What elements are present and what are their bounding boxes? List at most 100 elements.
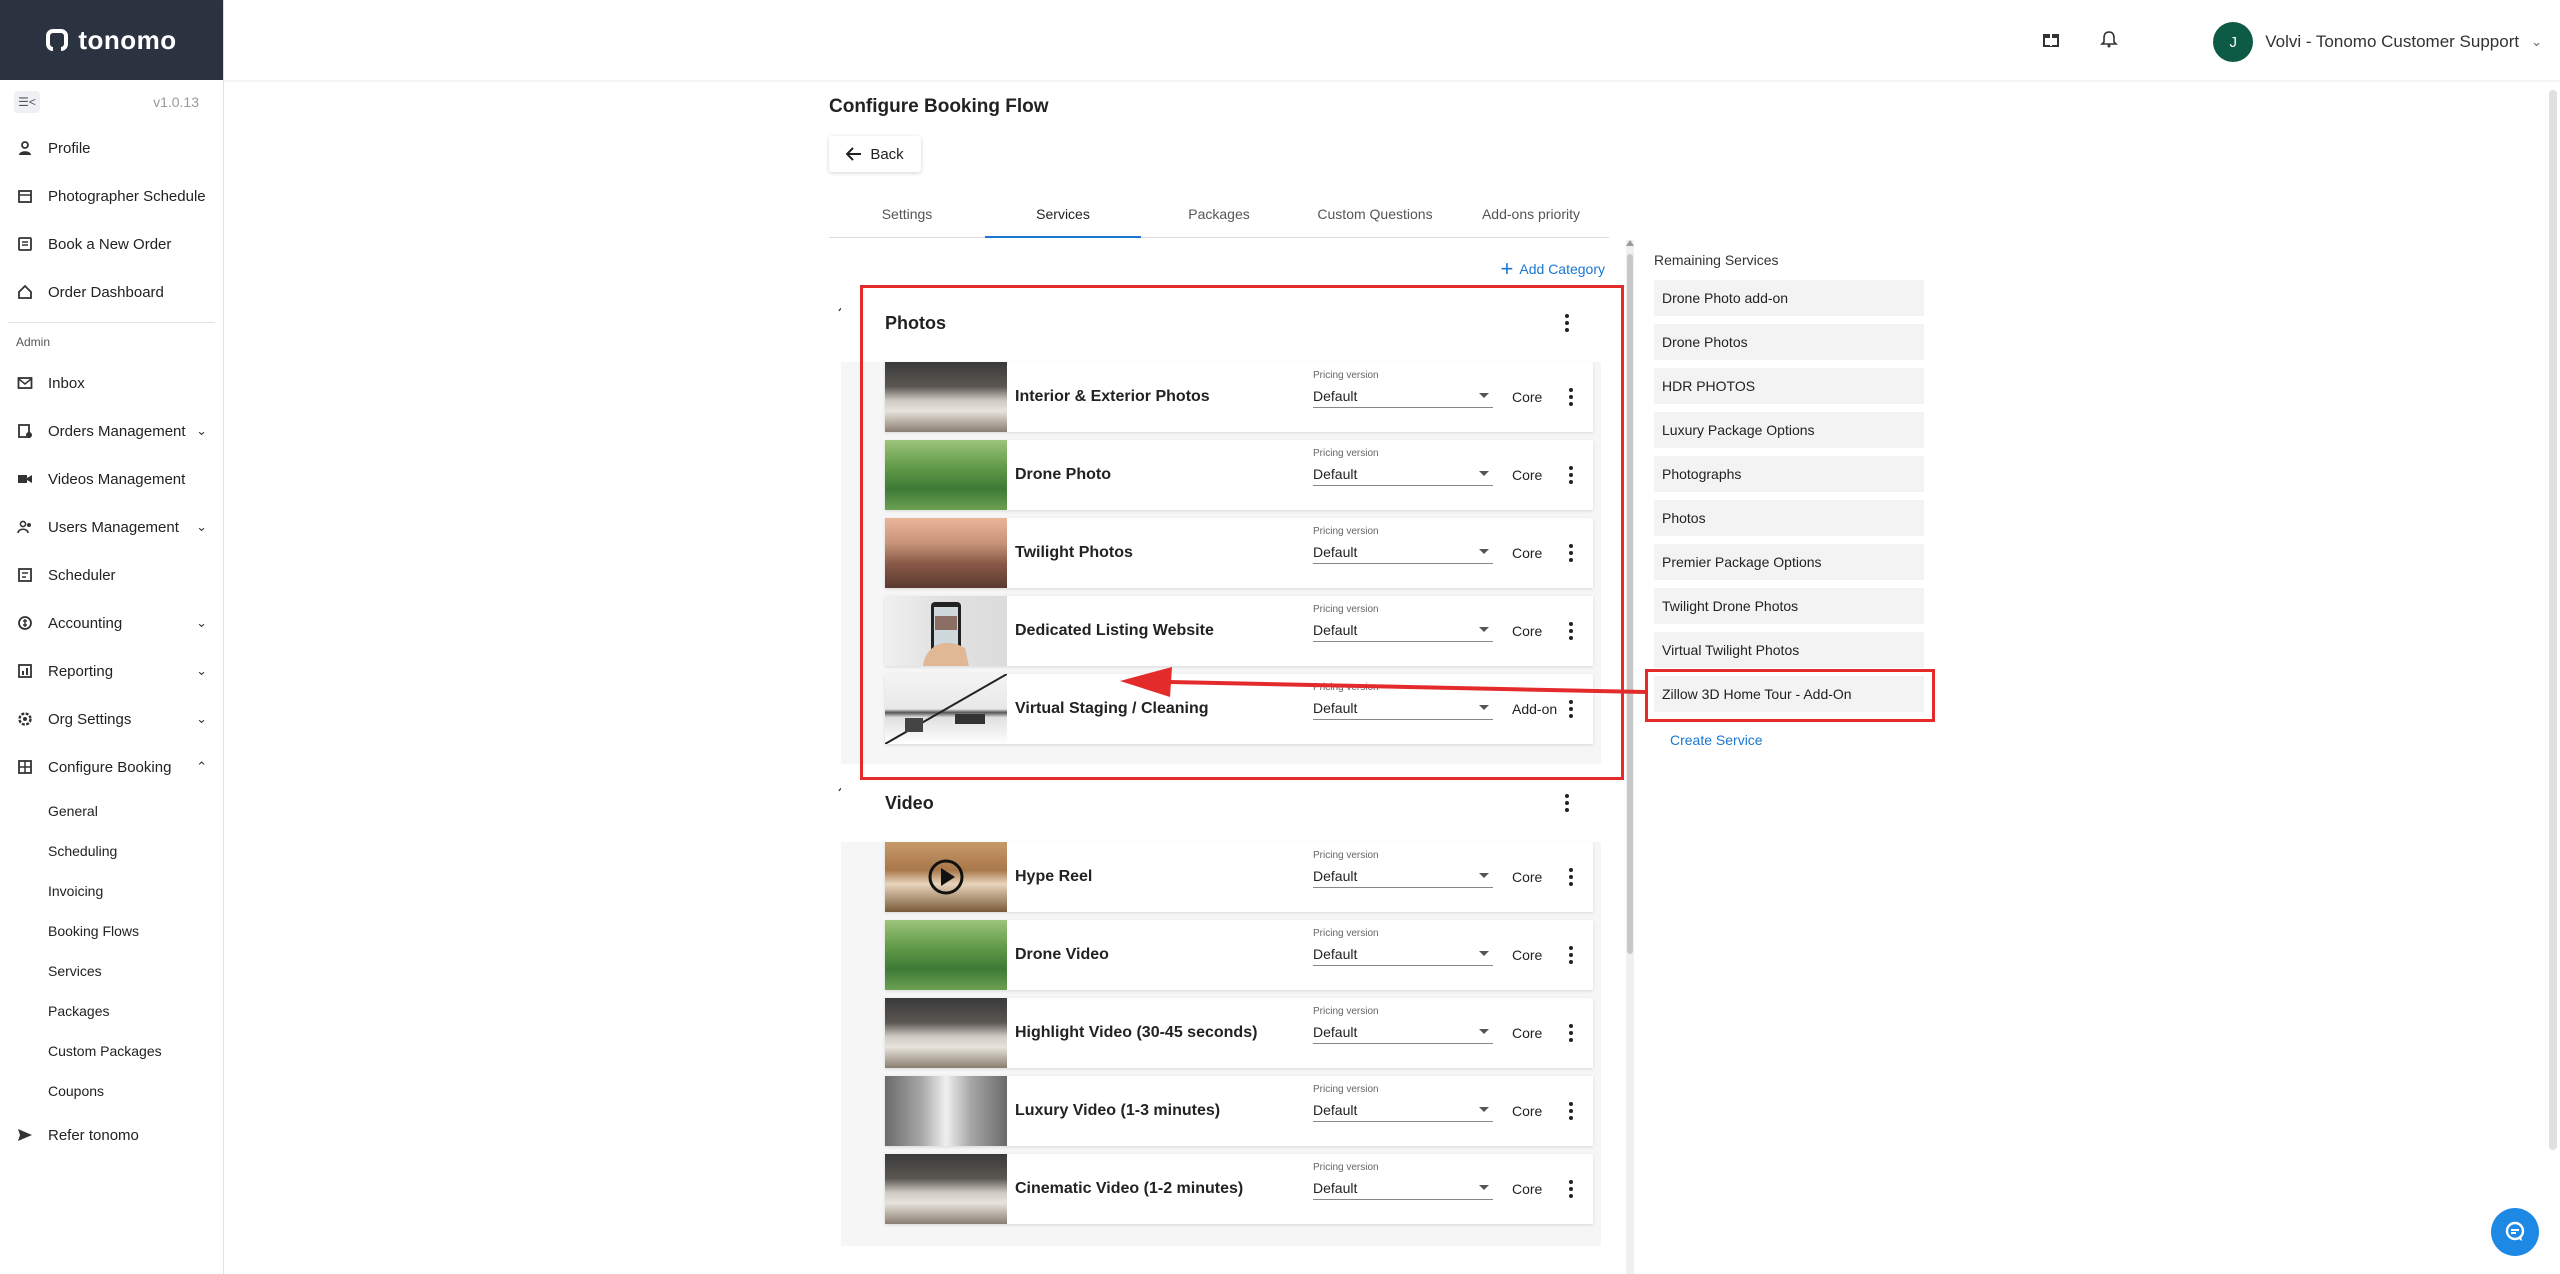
sidebar-subitem-coupons[interactable]: Coupons bbox=[0, 1071, 223, 1111]
remaining-service-item[interactable]: Drone Photo add-on bbox=[1654, 280, 1924, 316]
more-vert-icon[interactable] bbox=[1561, 868, 1581, 886]
more-vert-icon[interactable] bbox=[1561, 388, 1581, 406]
pricing-version-select[interactable]: Pricing version Default bbox=[1313, 1162, 1493, 1200]
tab-services[interactable]: Services bbox=[985, 190, 1141, 238]
user-menu[interactable]: J Volvi - Tonomo Customer Support ⌄ bbox=[2213, 22, 2542, 62]
sidebar-subitem-services[interactable]: Services bbox=[0, 951, 223, 991]
sidebar-item-profile[interactable]: Profile bbox=[0, 124, 223, 172]
chat-support-button[interactable] bbox=[2491, 1208, 2539, 1256]
remaining-service-item[interactable]: Zillow 3D Home Tour - Add-On bbox=[1654, 676, 1924, 712]
pricing-version-dropdown[interactable]: Default bbox=[1313, 1020, 1493, 1044]
pricing-version-select[interactable]: Pricing version Default bbox=[1313, 370, 1493, 408]
pricing-version-select[interactable]: Pricing version Default bbox=[1313, 1006, 1493, 1044]
collapse-sidebar-icon[interactable]: ☰< bbox=[14, 91, 40, 113]
sidebar-subitem-custom-packages[interactable]: Custom Packages bbox=[0, 1031, 223, 1071]
pricing-version-select[interactable]: Pricing version Default bbox=[1313, 928, 1493, 966]
service-row[interactable]: Virtual Staging / Cleaning Pricing versio… bbox=[885, 674, 1593, 744]
remaining-service-item[interactable]: Twilight Drone Photos bbox=[1654, 588, 1924, 624]
chevron-down-icon[interactable]: ⌄ bbox=[196, 519, 207, 535]
scroll-up-arrow[interactable] bbox=[1626, 240, 1634, 246]
service-row[interactable]: Dedicated Listing Website Pricing version… bbox=[885, 596, 1593, 666]
page-scrollbar[interactable] bbox=[2549, 90, 2557, 1150]
chevron-down-icon[interactable]: ⌄ bbox=[196, 711, 207, 727]
add-category-button[interactable]: + Add Category bbox=[1501, 258, 1605, 280]
sidebar-item-order-dashboard[interactable]: Order Dashboard bbox=[0, 268, 223, 316]
pricing-version-dropdown[interactable]: Default bbox=[1313, 384, 1493, 408]
remaining-service-item[interactable]: Photos bbox=[1654, 500, 1924, 536]
tab-packages[interactable]: Packages bbox=[1141, 190, 1297, 237]
pricing-version-dropdown[interactable]: Default bbox=[1313, 540, 1493, 564]
panel-scrollbar[interactable] bbox=[1626, 240, 1634, 1274]
service-row[interactable]: Luxury Video (1-3 minutes) Pricing versio… bbox=[885, 1076, 1593, 1146]
sidebar-item-refer[interactable]: Refer tonomo bbox=[0, 1111, 223, 1159]
sidebar-item-photographer-schedule[interactable]: Photographer Schedule bbox=[0, 172, 223, 220]
pricing-version-dropdown[interactable]: Default bbox=[1313, 864, 1493, 888]
service-type-badge: Core bbox=[1512, 1025, 1543, 1041]
service-row[interactable]: Cinematic Video (1-2 minutes) Pricing ver… bbox=[885, 1154, 1593, 1224]
gift-icon[interactable] bbox=[2040, 28, 2062, 50]
service-row[interactable]: Drone Photo Pricing version Default Core bbox=[885, 440, 1593, 510]
pricing-version-select[interactable]: Pricing version Default bbox=[1313, 604, 1493, 642]
service-row[interactable]: Interior & Exterior Photos Pricing versio… bbox=[885, 362, 1593, 432]
sidebar-item-users-management[interactable]: Users Management ⌄ bbox=[0, 503, 223, 551]
remaining-service-item[interactable]: Premier Package Options bbox=[1654, 544, 1924, 580]
tab-add-ons-priority[interactable]: Add-ons priority bbox=[1453, 190, 1609, 237]
tab-settings[interactable]: Settings bbox=[829, 190, 985, 237]
bell-icon[interactable] bbox=[2098, 28, 2120, 50]
service-row[interactable]: Hype Reel Pricing version Default Core bbox=[885, 842, 1593, 912]
sidebar-subitem-general[interactable]: General bbox=[0, 791, 223, 831]
chevron-down-icon[interactable]: ⌄ bbox=[196, 423, 207, 439]
scroll-thumb[interactable] bbox=[1627, 254, 1633, 954]
more-vert-icon[interactable] bbox=[1561, 622, 1581, 640]
sidebar-item-org-settings[interactable]: Org Settings ⌄ bbox=[0, 695, 223, 743]
sidebar-item-scheduler[interactable]: Scheduler bbox=[0, 551, 223, 599]
remaining-service-item[interactable]: Virtual Twilight Photos bbox=[1654, 632, 1924, 668]
sidebar-item-book-a-new-order[interactable]: Book a New Order bbox=[0, 220, 223, 268]
more-vert-icon[interactable] bbox=[1561, 946, 1581, 964]
sidebar-subitem-scheduling[interactable]: Scheduling bbox=[0, 831, 223, 871]
sidebar-item-orders-management[interactable]: Orders Management ⌄ bbox=[0, 407, 223, 455]
more-vert-icon[interactable] bbox=[1561, 1102, 1581, 1120]
more-vert-icon[interactable] bbox=[1561, 1180, 1581, 1198]
pricing-version-dropdown[interactable]: Default bbox=[1313, 462, 1493, 486]
remaining-service-item[interactable]: Photographs bbox=[1654, 456, 1924, 492]
more-vert-icon[interactable] bbox=[1557, 314, 1577, 332]
remaining-service-item[interactable]: Luxury Package Options bbox=[1654, 412, 1924, 448]
remaining-service-item[interactable]: HDR PHOTOS bbox=[1654, 368, 1924, 404]
pricing-version-select[interactable]: Pricing version Default bbox=[1313, 526, 1493, 564]
create-service-link[interactable]: Create Service bbox=[1654, 732, 1924, 748]
sidebar-subitem-booking-flows[interactable]: Booking Flows bbox=[0, 911, 223, 951]
remaining-service-item[interactable]: Drone Photos bbox=[1654, 324, 1924, 360]
sidebar-subitem-packages[interactable]: Packages bbox=[0, 991, 223, 1031]
pricing-version-select[interactable]: Pricing version Default bbox=[1313, 1084, 1493, 1122]
pricing-version-dropdown[interactable]: Default bbox=[1313, 696, 1493, 720]
pricing-version-dropdown[interactable]: Default bbox=[1313, 618, 1493, 642]
pricing-version-dropdown[interactable]: Default bbox=[1313, 1176, 1493, 1200]
chevron-up-icon[interactable]: ⌃ bbox=[196, 759, 207, 775]
more-vert-icon[interactable] bbox=[1557, 794, 1577, 812]
pricing-version-select[interactable]: Pricing version Default bbox=[1313, 850, 1493, 888]
pricing-version-select[interactable]: Pricing version Default bbox=[1313, 682, 1493, 720]
sidebar-item-accounting[interactable]: Accounting ⌄ bbox=[0, 599, 223, 647]
pricing-version-select[interactable]: Pricing version Default bbox=[1313, 448, 1493, 486]
logo[interactable]: tonomo bbox=[0, 0, 223, 80]
more-vert-icon[interactable] bbox=[1561, 700, 1581, 718]
category-header: Photos bbox=[841, 284, 1601, 362]
more-vert-icon[interactable] bbox=[1561, 1024, 1581, 1042]
service-row[interactable]: Highlight Video (30-45 seconds) Pricing v… bbox=[885, 998, 1593, 1068]
sidebar-item-configure-booking[interactable]: Configure Booking ⌃ bbox=[0, 743, 223, 791]
back-button[interactable]: Back bbox=[829, 136, 921, 172]
pricing-version-dropdown[interactable]: Default bbox=[1313, 1098, 1493, 1122]
more-vert-icon[interactable] bbox=[1561, 466, 1581, 484]
service-row[interactable]: Drone Video Pricing version Default Core bbox=[885, 920, 1593, 990]
more-vert-icon[interactable] bbox=[1561, 544, 1581, 562]
service-row[interactable]: Twilight Photos Pricing version Default Cor… bbox=[885, 518, 1593, 588]
sidebar-item-reporting[interactable]: Reporting ⌄ bbox=[0, 647, 223, 695]
sidebar-item-videos-management[interactable]: Videos Management bbox=[0, 455, 223, 503]
sidebar-subitem-invoicing[interactable]: Invoicing bbox=[0, 871, 223, 911]
chevron-down-icon[interactable]: ⌄ bbox=[196, 663, 207, 679]
pricing-version-dropdown[interactable]: Default bbox=[1313, 942, 1493, 966]
tab-custom-questions[interactable]: Custom Questions bbox=[1297, 190, 1453, 237]
sidebar-item-inbox[interactable]: Inbox bbox=[0, 359, 223, 407]
chevron-down-icon[interactable]: ⌄ bbox=[196, 615, 207, 631]
